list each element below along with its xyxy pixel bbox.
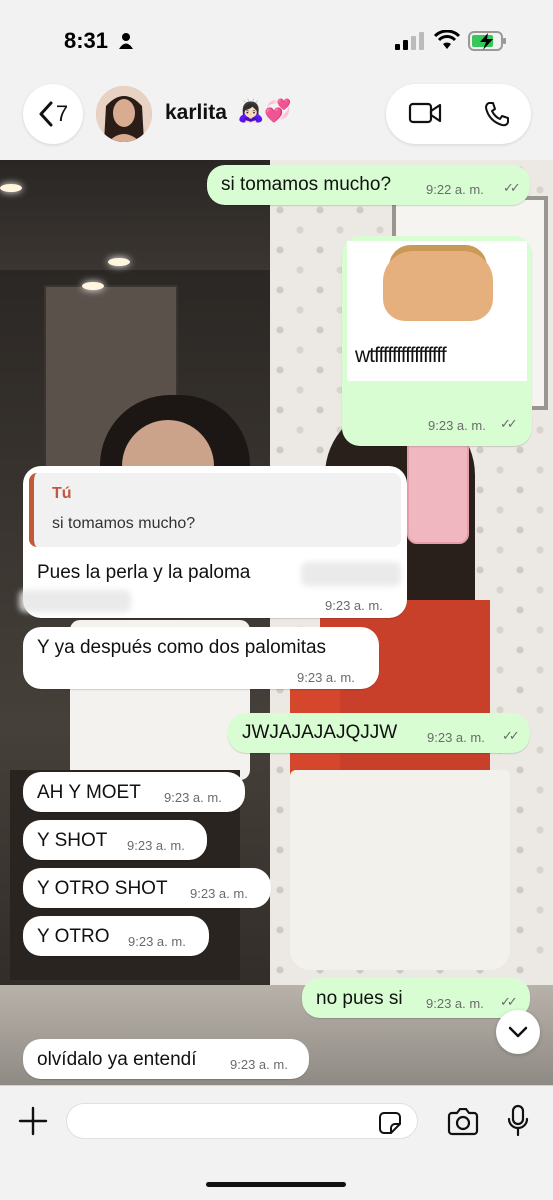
message-text: no pues si (316, 988, 403, 1009)
contact-emoji: 🙇🏻‍♀️💞 (237, 98, 292, 123)
person-icon (119, 33, 133, 49)
message-time: 9:23 a. m. (190, 886, 248, 901)
video-call-icon[interactable] (408, 101, 442, 125)
wallpaper-lamp (0, 184, 22, 192)
quoted-message[interactable]: Tú si tomamos mucho? (29, 473, 401, 547)
battery-charging-icon (468, 31, 506, 51)
microphone-icon[interactable] (506, 1104, 530, 1138)
message-incoming[interactable]: Y SHOT 9:23 a. m. (23, 820, 207, 860)
meme-face (383, 251, 493, 321)
wallpaper-phone (407, 435, 469, 544)
read-ticks-icon: ✓✓ (500, 416, 518, 431)
read-ticks-icon: ✓✓ (502, 728, 520, 743)
redacted-text (19, 590, 131, 612)
status-time: 8:31 (64, 28, 109, 53)
unread-count: 7 (55, 101, 69, 126)
status-bar: 8:31 (0, 0, 553, 80)
message-text: Y OTRO (37, 926, 110, 947)
scroll-to-bottom-button[interactable] (496, 1010, 540, 1054)
message-time: 9:23 a. m. (428, 418, 486, 433)
message-time: 9:23 a. m. (164, 790, 222, 805)
chat-header: 7 karlita 🙇🏻‍♀️💞 (0, 80, 553, 160)
avatar[interactable] (96, 86, 152, 142)
signal-icon (395, 32, 424, 50)
quoted-text: si tomamos mucho? (52, 515, 196, 532)
read-ticks-icon: ✓✓ (503, 180, 521, 195)
meme-caption: wtffffffffffffffff (355, 344, 447, 367)
home-indicator[interactable] (206, 1182, 346, 1187)
camera-icon[interactable] (446, 1108, 480, 1136)
message-outgoing[interactable]: si tomamos mucho? 9:22 a. m. ✓✓ (207, 165, 530, 205)
message-text: Pues la perla y la paloma (37, 562, 251, 583)
message-text: Y OTRO SHOT (37, 878, 168, 899)
wallpaper-lamp (82, 282, 104, 290)
message-outgoing[interactable]: JWJAJAJAJQJJW 9:23 a. m. ✓✓ (228, 713, 530, 753)
message-time: 9:23 a. m. (297, 670, 355, 685)
message-incoming[interactable]: Y OTRO SHOT 9:23 a. m. (23, 868, 271, 908)
phone-call-icon[interactable] (483, 100, 511, 128)
meme-image[interactable]: wtffffffffffffffff (347, 241, 527, 381)
message-incoming[interactable]: Y OTRO 9:23 a. m. (23, 916, 209, 956)
message-incoming[interactable]: olvídalo ya entendí 9:23 a. m. (23, 1039, 309, 1079)
message-input[interactable] (66, 1103, 418, 1139)
sticker-icon[interactable] (378, 1111, 402, 1135)
wallpaper-person-skirt (290, 770, 510, 970)
avatar-image (96, 86, 152, 142)
composer-bar (0, 1086, 553, 1200)
plus-icon[interactable] (18, 1106, 48, 1136)
message-text: si tomamos mucho? (221, 174, 392, 195)
contact-name[interactable]: karlita (165, 101, 227, 125)
message-incoming[interactable]: Y ya después como dos palomitas 9:23 a. … (23, 627, 379, 689)
back-button[interactable]: 7 (23, 84, 83, 144)
chevron-down-icon (508, 1026, 528, 1038)
read-ticks-icon: ✓✓ (500, 994, 518, 1009)
message-text: AH Y MOET (37, 782, 141, 803)
message-incoming[interactable]: AH Y MOET 9:23 a. m. (23, 772, 245, 812)
redacted-text (301, 562, 401, 586)
message-time: 9:23 a. m. (127, 838, 185, 853)
message-outgoing[interactable]: no pues si 9:23 a. m. ✓✓ (302, 978, 530, 1018)
wifi-icon (434, 30, 460, 49)
message-text: Y SHOT (37, 830, 108, 851)
message-text: JWJAJAJAJQJJW (242, 722, 398, 743)
message-outgoing-image[interactable]: wtffffffffffffffff 9:23 a. m. ✓✓ (342, 236, 532, 446)
wallpaper-lamp (108, 258, 130, 266)
message-time: 9:22 a. m. (426, 182, 484, 197)
message-time: 9:23 a. m. (426, 996, 484, 1011)
chevron-left-icon (39, 101, 53, 127)
message-time: 9:23 a. m. (128, 934, 186, 949)
message-time: 9:23 a. m. (230, 1057, 288, 1072)
message-text: olvídalo ya entendí (37, 1049, 197, 1070)
message-text: Y ya después como dos palomitas (37, 637, 327, 658)
message-time: 9:23 a. m. (325, 598, 383, 613)
message-time: 9:23 a. m. (427, 730, 485, 745)
message-incoming-reply[interactable]: Tú si tomamos mucho? Pues la perla y la … (19, 466, 407, 618)
call-actions (386, 84, 531, 144)
quoted-author: Tú (52, 485, 72, 502)
